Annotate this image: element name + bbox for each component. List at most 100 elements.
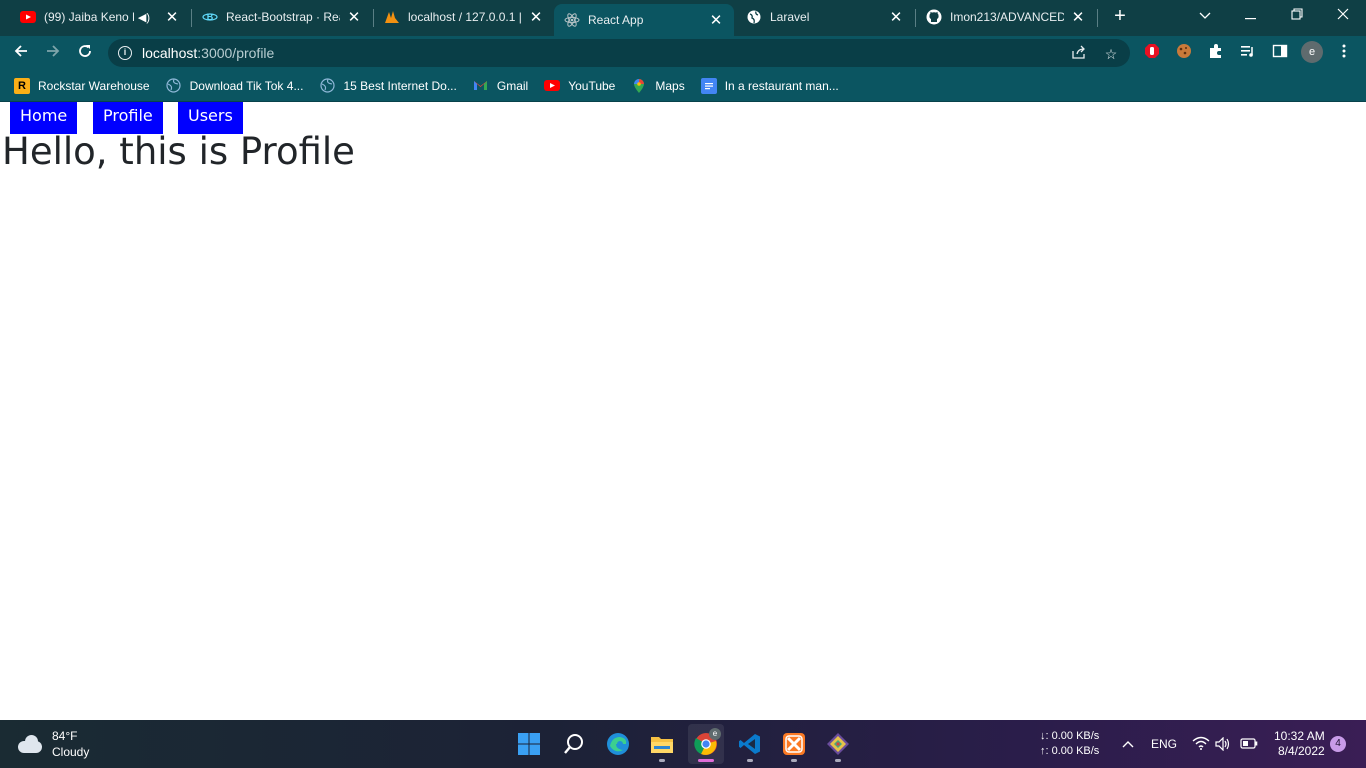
browser-toolbar: i localhost:3000/profile ☆ e — [0, 36, 1366, 70]
side-panel-icon[interactable] — [1270, 43, 1290, 63]
taskbar-search-button[interactable] — [556, 724, 592, 764]
media-controls-icon[interactable] — [1238, 43, 1258, 63]
gmail-icon — [473, 78, 489, 94]
bookmark-rockstar[interactable]: R Rockstar Warehouse — [14, 77, 150, 94]
close-tab-icon[interactable]: ✕ — [164, 8, 180, 26]
url-text[interactable]: localhost:3000/profile — [142, 45, 274, 61]
react-icon — [564, 12, 580, 28]
bookmark-maps[interactable]: Maps — [631, 78, 685, 94]
diamond-app-icon — [827, 733, 849, 755]
tab-title: Laravel — [770, 10, 810, 24]
globe-icon — [166, 78, 182, 94]
clock[interactable]: 10:32 AM 8/4/2022 — [1274, 729, 1325, 759]
edge-icon — [607, 733, 629, 755]
clock-date: 8/4/2022 — [1277, 744, 1325, 758]
start-button[interactable] — [511, 724, 547, 764]
minimize-button[interactable] — [1228, 0, 1274, 30]
bookmark-gmail[interactable]: Gmail — [473, 78, 528, 94]
show-hidden-icons-icon[interactable] — [1122, 736, 1134, 751]
running-indicator — [835, 759, 841, 762]
bookmark-docs[interactable]: In a restaurant man... — [700, 77, 839, 94]
github-icon — [926, 9, 942, 25]
running-indicator — [659, 759, 665, 762]
close-tab-icon[interactable]: ✕ — [1070, 8, 1086, 26]
forward-button[interactable] — [40, 40, 66, 66]
xampp-icon — [783, 733, 805, 755]
volume-icon[interactable] — [1215, 736, 1231, 756]
bookmark-label: YouTube — [568, 78, 616, 93]
arrow-left-icon — [14, 45, 27, 57]
close-window-button[interactable] — [1320, 0, 1366, 30]
taskbar-vscode[interactable] — [732, 724, 768, 764]
bookmark-label: 15 Best Internet Do... — [343, 78, 457, 93]
taskbar-app-generic[interactable] — [820, 724, 856, 764]
maps-icon — [631, 78, 647, 94]
phpmyadmin-icon — [384, 9, 400, 25]
bookmark-star-icon[interactable]: ☆ — [1102, 45, 1120, 63]
adblock-extension-icon[interactable] — [1142, 43, 1162, 63]
bookmark-label: Download Tik Tok 4... — [189, 78, 304, 93]
active-indicator — [698, 759, 714, 762]
running-indicator — [791, 759, 797, 762]
more-menu-icon[interactable] — [1334, 43, 1354, 63]
bookmark-tiktok[interactable]: Download Tik Tok 4... — [166, 78, 304, 94]
audio-playing-icon[interactable]: ◀) — [138, 11, 150, 24]
tab-title: Imon213/ADVANCED- — [950, 10, 1064, 24]
taskbar-xampp[interactable] — [776, 724, 812, 764]
tab-title: localhost / 127.0.0.1 | p — [408, 10, 522, 24]
network-speed: ↓: 0.00 KB/s ↑: 0.00 KB/s — [1040, 729, 1099, 759]
profile-avatar[interactable]: e — [1301, 41, 1323, 63]
battery-icon[interactable] — [1240, 738, 1258, 754]
page-viewport: Home Profile Users Hello, this is Profil… — [0, 102, 1366, 720]
bookmark-label: In a restaurant man... — [724, 78, 839, 93]
new-tab-button[interactable]: + — [1108, 4, 1132, 28]
cookie-extension-icon[interactable] — [1174, 43, 1194, 63]
tab-title: (99) Jaiba Keno Bo — [44, 10, 134, 24]
tab-laravel[interactable]: Laravel ✕ — [736, 0, 914, 34]
close-tab-icon[interactable]: ✕ — [708, 11, 724, 29]
tab-search-icon[interactable] — [1182, 0, 1228, 30]
wifi-icon[interactable] — [1192, 736, 1210, 755]
running-indicator — [747, 759, 753, 762]
language-indicator[interactable]: ENG — [1151, 737, 1177, 752]
tab-react-bootstrap[interactable]: B React-Bootstrap · Reac ✕ — [192, 0, 372, 34]
tab-separator — [1097, 9, 1098, 27]
windows-logo-icon — [518, 733, 540, 755]
react-bootstrap-icon: B — [202, 9, 218, 25]
taskbar-chrome[interactable]: e — [688, 724, 724, 764]
reload-button[interactable] — [72, 40, 98, 66]
close-tab-icon[interactable]: ✕ — [888, 8, 904, 26]
extensions-puzzle-icon[interactable] — [1206, 43, 1226, 63]
network-down: ↓: 0.00 KB/s — [1040, 730, 1100, 742]
close-tab-icon[interactable]: ✕ — [528, 8, 544, 26]
tab-github[interactable]: Imon213/ADVANCED- ✕ — [916, 0, 1096, 34]
chrome-profile-badge: e — [709, 728, 721, 740]
address-bar[interactable]: i localhost:3000/profile ☆ — [108, 39, 1130, 67]
bookmark-internet[interactable]: 15 Best Internet Do... — [319, 78, 457, 94]
back-button[interactable] — [8, 40, 34, 66]
tab-youtube[interactable]: (99) Jaiba Keno Bo ◀) ✕ — [10, 0, 190, 34]
youtube-icon — [20, 9, 36, 25]
globe-icon — [319, 78, 335, 94]
vscode-icon — [739, 734, 760, 754]
tab-react-app[interactable]: React App ✕ — [554, 4, 734, 36]
globe-icon — [746, 9, 762, 25]
bookmarks-bar: R Rockstar Warehouse Download Tik Tok 4.… — [0, 70, 1366, 102]
network-up: ↑: 0.00 KB/s — [1040, 745, 1100, 757]
share-icon[interactable] — [1070, 45, 1088, 63]
weather-condition: Cloudy — [52, 745, 90, 759]
taskbar-file-explorer[interactable] — [644, 724, 680, 764]
url-host: localhost — [142, 45, 198, 61]
page-title: Hello, this is Profile — [2, 130, 355, 173]
docs-icon — [700, 77, 717, 94]
weather-widget[interactable]: 84°F Cloudy — [16, 728, 89, 760]
url-path: :3000/profile — [197, 45, 275, 61]
site-info-icon[interactable]: i — [118, 46, 132, 60]
close-tab-icon[interactable]: ✕ — [346, 8, 362, 26]
taskbar-edge[interactable] — [600, 724, 636, 764]
tab-phpmyadmin[interactable]: localhost / 127.0.0.1 | p ✕ — [374, 0, 554, 34]
folder-icon — [651, 737, 673, 753]
notification-badge[interactable]: 4 — [1330, 736, 1346, 752]
restore-button[interactable] — [1274, 0, 1320, 30]
bookmark-youtube[interactable]: YouTube — [544, 78, 615, 94]
